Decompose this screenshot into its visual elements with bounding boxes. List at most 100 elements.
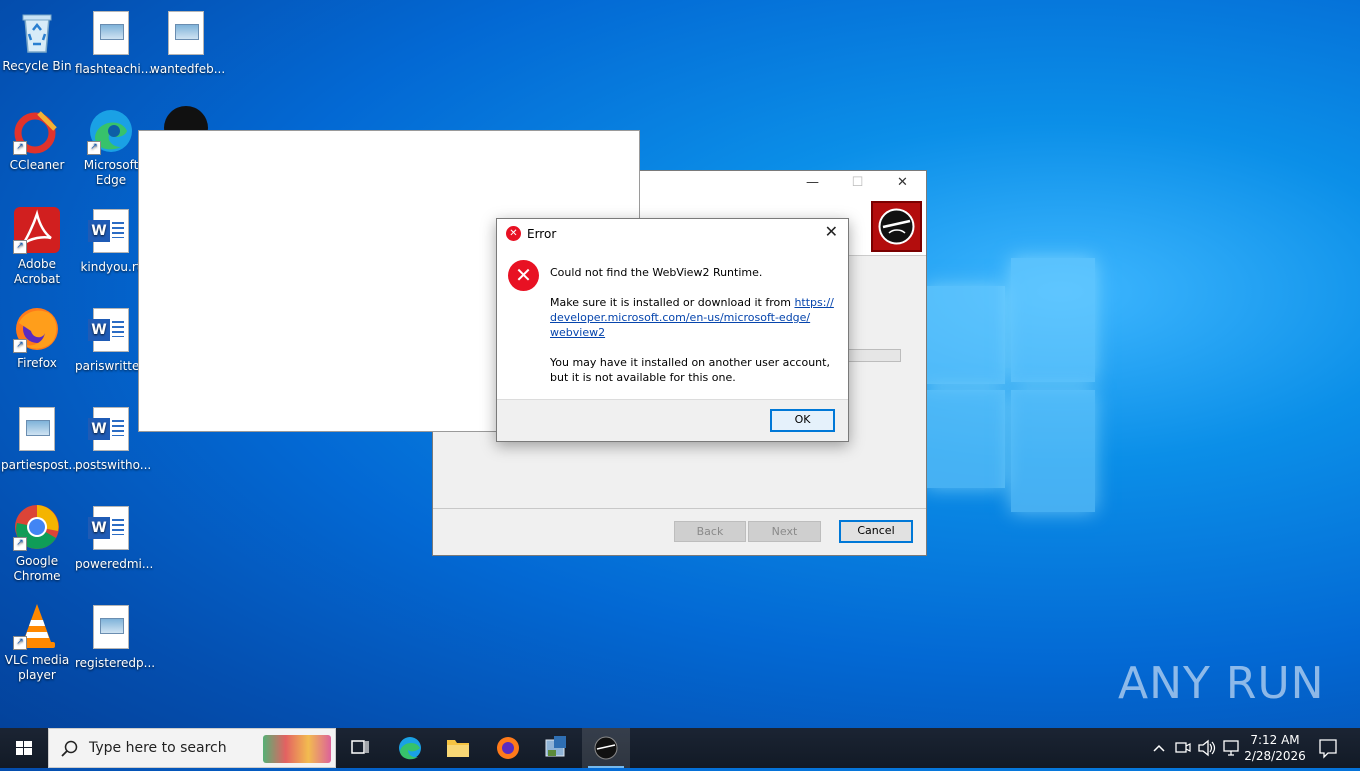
app-logo-icon (594, 736, 618, 760)
desktop-icon-kindyou[interactable]: W kindyou.rt (75, 206, 147, 275)
desktop-icon-label: poweredmi... (75, 557, 154, 571)
tray-volume[interactable] (1197, 728, 1217, 768)
taskbar-active-app[interactable] (582, 728, 630, 768)
vlc-cone-icon: ↗ (13, 602, 61, 650)
cancel-button[interactable]: Cancel (839, 520, 913, 543)
desktop-icon-label: Adobe Acrobat (13, 257, 61, 286)
next-button[interactable]: Next (748, 521, 821, 542)
taskbar-clock[interactable]: 7:12 AM 2/28/2026 (1243, 732, 1307, 764)
ok-button[interactable]: OK (770, 409, 835, 432)
desktop-icon-label: postswitho... (75, 458, 152, 472)
back-button[interactable]: Back (674, 521, 746, 542)
notification-icon (1319, 739, 1337, 759)
desktop-icon-label: pariswritte... (75, 359, 151, 373)
word-document-icon: W (87, 209, 135, 257)
error-message: Could not find the WebView2 Runtime. Mak… (550, 265, 842, 400)
desktop-icon-label: partiespost... (1, 458, 80, 472)
tray-network[interactable] (1221, 728, 1241, 768)
chrome-icon: ↗ (13, 503, 61, 551)
desktop-icon-google-chrome[interactable]: ↗ Google Chrome (1, 503, 73, 584)
desktop-icon-label: Microsoft Edge (83, 158, 139, 187)
desktop-icon-poweredmi[interactable]: W poweredmi... (75, 503, 154, 572)
windows-icon (16, 741, 32, 755)
desktop-icon-recycle-bin[interactable]: Recycle Bin (1, 8, 73, 74)
desktop-icon-partiespost[interactable]: partiespost... (1, 404, 80, 473)
error-icon: ✕ (508, 260, 539, 291)
volume-icon (1198, 739, 1216, 757)
search-placeholder: Type here to search (89, 740, 227, 756)
taskbar-file-explorer[interactable] (434, 728, 482, 768)
shortcut-arrow-icon: ↗ (87, 141, 101, 155)
desktop-icon-label: CCleaner (9, 158, 65, 172)
desktop-icon-label: Firefox (17, 356, 57, 370)
desktop-icon-postswitho[interactable]: W postswitho... (75, 404, 152, 473)
edge-icon: ↗ (87, 107, 135, 155)
install-text: Make sure it is installed or download it… (550, 296, 795, 309)
link-part: https:// (794, 296, 834, 309)
tray-meet-now[interactable] (1174, 728, 1192, 768)
app-logo-icon (871, 201, 922, 252)
camera-icon (1175, 742, 1191, 753)
search-box[interactable]: Type here to search (48, 728, 336, 768)
close-button[interactable]: ✕ (880, 171, 925, 195)
link-part: developer.microsoft.com/en-us/microsoft-… (550, 311, 811, 324)
show-hidden-icons-button[interactable] (1150, 728, 1168, 768)
search-icon (61, 740, 78, 757)
minimize-button[interactable]: — (790, 171, 835, 195)
desktop-icon-label: Google Chrome (13, 554, 61, 583)
taskbar-installer[interactable] (532, 728, 580, 768)
desktop-icon-label: flashteachi... (75, 62, 153, 76)
desktop-icon-vlc[interactable]: ↗ VLC media player (1, 602, 73, 683)
image-file-icon (13, 407, 61, 455)
desktop-icon-wantedfeb[interactable]: wantedfeb... (150, 8, 226, 77)
firefox-icon: ↗ (13, 305, 61, 353)
word-document-icon: W (87, 308, 135, 356)
dialog-footer: OK (497, 399, 848, 441)
installer-icon (545, 736, 566, 757)
image-file-icon (87, 605, 135, 653)
shortcut-arrow-icon: ↗ (13, 537, 27, 551)
error-heading: Could not find the WebView2 Runtime. (550, 266, 763, 279)
desktop-icon-flashteachi[interactable]: flashteachi... (75, 8, 153, 77)
task-view-icon (351, 740, 369, 754)
shortcut-arrow-icon: ↗ (13, 141, 27, 155)
acrobat-icon: ↗ (13, 206, 61, 254)
desktop-icon-registeredp[interactable]: registeredp... (75, 602, 156, 671)
clock-time: 7:12 AM (1250, 733, 1300, 747)
shortcut-arrow-icon: ↗ (13, 339, 27, 353)
link-part: webview2 (550, 326, 606, 339)
dialog-title: Error (527, 227, 557, 241)
progress-bar (847, 349, 901, 362)
shortcut-arrow-icon: ↗ (13, 636, 27, 650)
desktop-icon-firefox[interactable]: ↗ Firefox (1, 305, 73, 371)
desktop-icon-label: wantedfeb... (150, 62, 226, 76)
taskbar-edge[interactable] (386, 728, 434, 768)
desktop-icon-label: Recycle Bin (2, 59, 72, 73)
desktop-icon-label: registeredp... (75, 656, 156, 670)
action-center-button[interactable] (1316, 728, 1340, 768)
start-button[interactable] (0, 728, 48, 768)
desktop-icon-label: VLC media player (4, 653, 70, 682)
word-document-icon: W (87, 407, 135, 455)
other-account-text: You may have it installed on another use… (550, 356, 830, 384)
desktop-icon-adobe-acrobat[interactable]: ↗ Adobe Acrobat (1, 206, 73, 287)
divider (433, 508, 926, 509)
recycle-bin-icon (13, 8, 61, 56)
network-icon (1223, 740, 1239, 756)
taskbar-firefox[interactable] (484, 728, 532, 768)
desktop-icon-pariswritte[interactable]: W pariswritte... (75, 305, 151, 374)
image-file-icon (87, 11, 135, 59)
shortcut-arrow-icon: ↗ (13, 240, 27, 254)
close-icon[interactable]: ✕ (825, 222, 838, 241)
desktop-icon-ccleaner[interactable]: ↗ CCleaner (1, 107, 73, 173)
maximize-button: ☐ (851, 175, 864, 190)
error-icon-small: ✕ (506, 226, 521, 241)
task-view-button[interactable] (336, 728, 384, 768)
firefox-icon (497, 737, 519, 759)
error-dialog: ✕ Error ✕ ✕ Could not find the WebView2 … (496, 218, 849, 442)
anyrun-watermark: ANY RUN (1118, 658, 1325, 709)
install-instructions: Make sure it is installed or download it… (550, 295, 842, 340)
word-document-icon: W (87, 506, 135, 554)
taskbar: Type here to search 7:12 AM 2/28/2026 (0, 728, 1360, 768)
desktop-icon-microsoft-edge[interactable]: ↗ Microsoft Edge (75, 107, 147, 188)
